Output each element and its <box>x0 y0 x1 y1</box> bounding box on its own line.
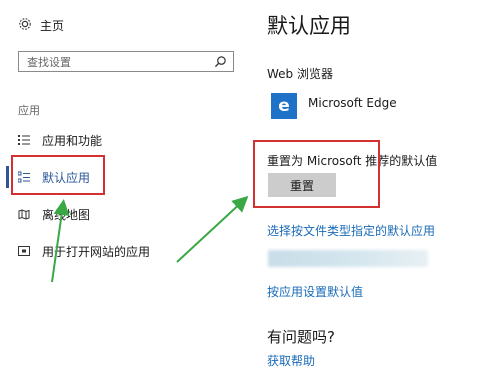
section-label: 应用 <box>18 104 40 117</box>
set-defaults-by-app-link[interactable]: 按应用设置默认值 <box>267 283 363 300</box>
blurred-link <box>268 250 428 267</box>
highlight-box <box>253 140 380 208</box>
edge-icon[interactable]: e <box>271 93 297 119</box>
get-help-link[interactable]: 获取帮助 <box>267 352 315 369</box>
sidebar-item-web-apps[interactable]: 用于打开网站的应用 <box>18 241 150 261</box>
browser-name[interactable]: Microsoft Edge <box>308 96 397 110</box>
home-label: 主页 <box>40 18 65 33</box>
web-browser-heading: Web 浏览器 <box>267 67 333 81</box>
choose-by-file-type-link[interactable]: 选择按文件类型指定的默认应用 <box>267 222 435 239</box>
arrow-to-reset <box>176 195 249 263</box>
sidebar-item-label: 用于打开网站的应用 <box>42 244 151 259</box>
sidebar-item-offline-maps[interactable]: 离线地图 <box>18 204 90 224</box>
web-open-icon <box>18 245 30 257</box>
page-title: 默认应用 <box>267 14 351 38</box>
highlight-box <box>11 155 105 195</box>
search-icon[interactable] <box>214 55 227 68</box>
help-heading: 有问题吗? <box>267 328 335 346</box>
search-placeholder: 查找设置 <box>27 55 71 69</box>
sidebar-item-label: 应用和功能 <box>42 133 103 148</box>
search-input[interactable]: 查找设置 <box>18 51 234 72</box>
active-indicator <box>6 166 9 188</box>
gear-icon <box>18 17 32 34</box>
map-icon <box>18 208 30 220</box>
list-icon <box>18 134 30 146</box>
home-link[interactable]: 主页 <box>18 16 64 34</box>
sidebar-item-apps-features[interactable]: 应用和功能 <box>18 130 102 150</box>
edge-glyph: e <box>278 96 290 116</box>
sidebar-item-label: 离线地图 <box>42 207 91 222</box>
